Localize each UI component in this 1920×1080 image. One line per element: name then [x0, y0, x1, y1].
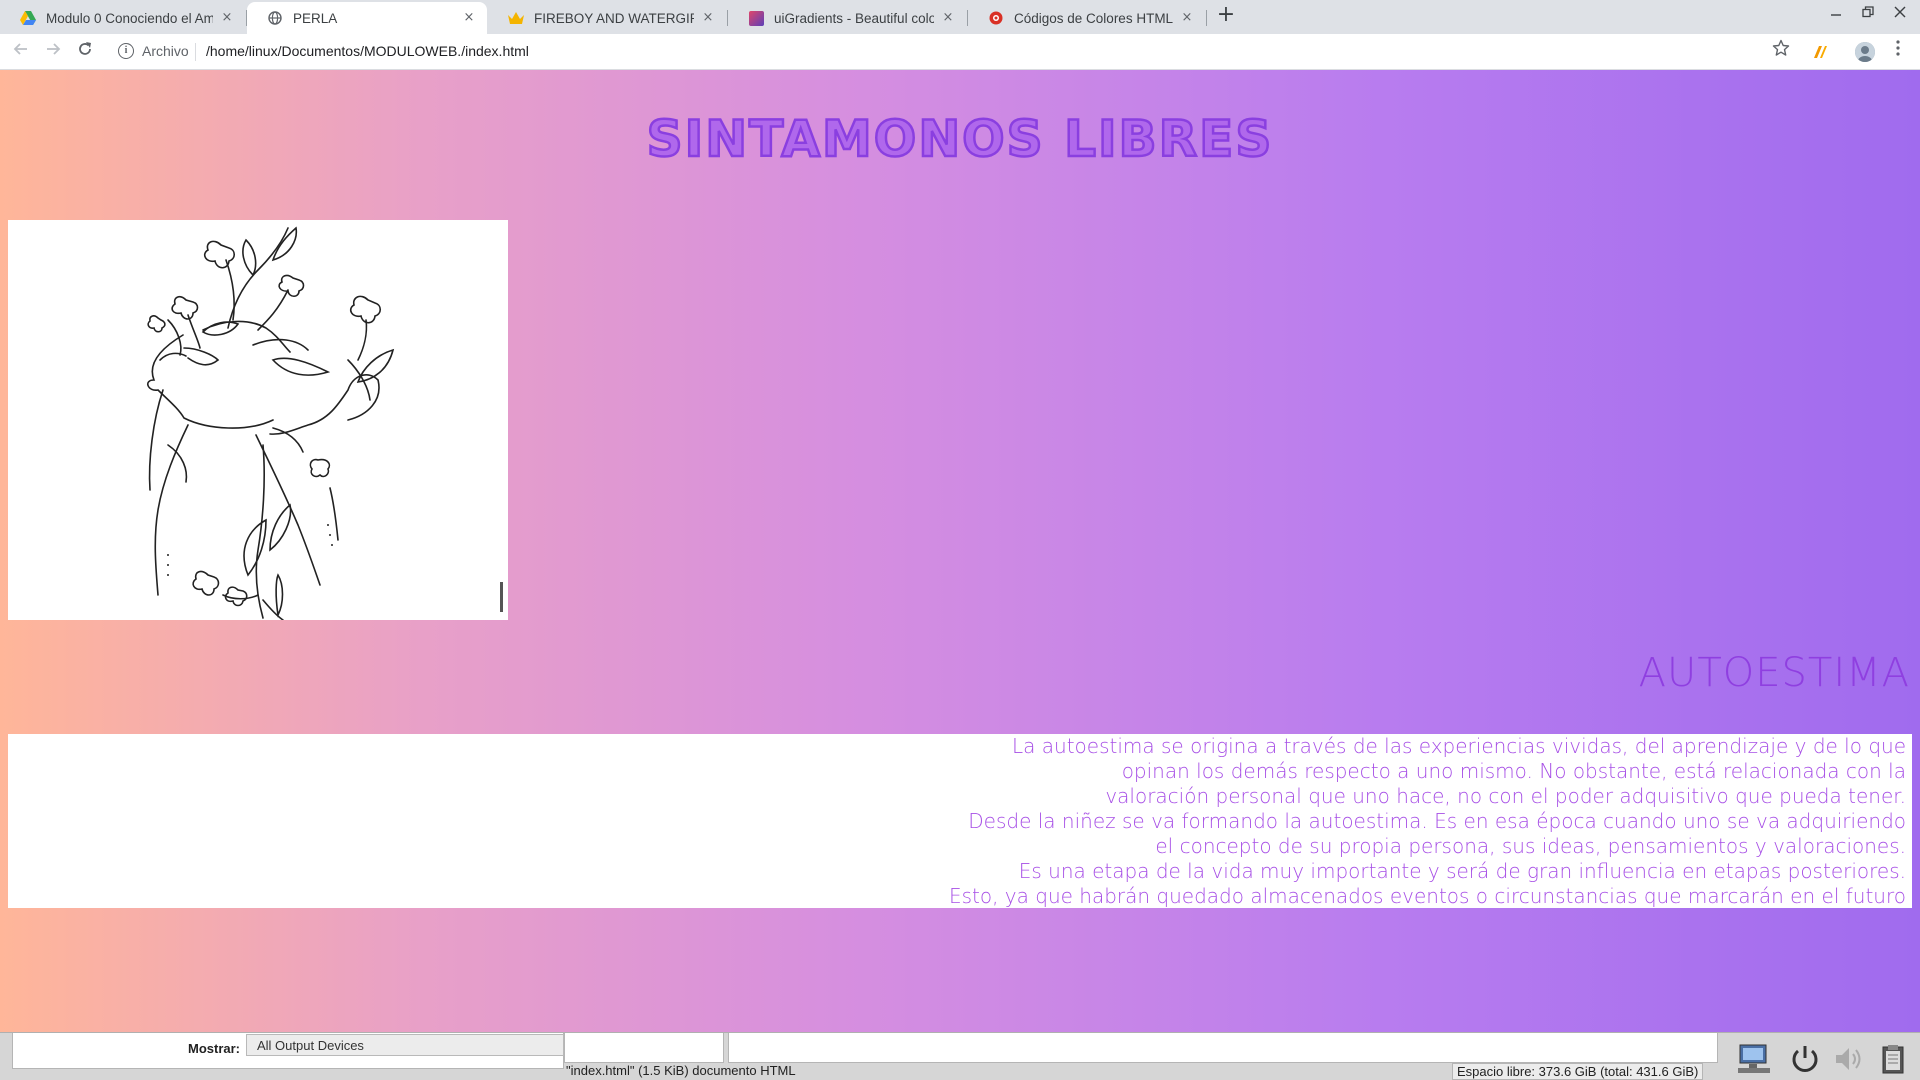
tab-title: Modulo 0 Conociendo el Ambi: [46, 10, 213, 26]
woman-flowers-drawing: [147, 226, 395, 620]
tab-colores[interactable]: Códigos de Colores HTML ×: [968, 2, 1205, 34]
close-icon[interactable]: ×: [1179, 10, 1195, 26]
tab-title: uiGradients - Beautiful colored: [774, 10, 934, 26]
line-art-image: [8, 220, 508, 620]
paragraph-line: Desde la niñez se va formando la autoest…: [968, 809, 1906, 833]
reload-button[interactable]: [73, 40, 97, 64]
paragraph-line: Es una etapa de la vida muy importante y…: [1018, 859, 1906, 883]
file-manager-panel-2: [728, 1033, 1718, 1063]
mostrar-label: Mostrar:: [188, 1041, 241, 1056]
restore-button[interactable]: [1856, 6, 1880, 26]
browser-toolbar: i Archivo /home/linux/Documentos/MODULOW…: [0, 34, 1920, 70]
close-window-button[interactable]: [1888, 6, 1912, 26]
tab-strip: Modulo 0 Conociendo el Ambi × PERLA × FI…: [0, 0, 1920, 34]
close-icon[interactable]: ×: [219, 10, 235, 26]
page-title: SINTAMONOS LIBRES: [645, 109, 1274, 170]
paragraph-line: valoración personal que uno hace, no con…: [1105, 784, 1906, 808]
tab-uigradients[interactable]: uiGradients - Beautiful colored ×: [728, 2, 966, 34]
tab-title: PERLA: [293, 10, 338, 26]
google-drive-icon: [20, 10, 36, 26]
tab-title: Códigos de Colores HTML: [1014, 10, 1173, 26]
omnibox-divider: [195, 43, 196, 61]
volume-icon[interactable]: [1832, 1043, 1866, 1075]
tab-modulo[interactable]: Modulo 0 Conociendo el Ambi ×: [0, 2, 245, 34]
minimize-button[interactable]: [1824, 6, 1848, 26]
paragraph-line: Esto, ya que habrán quedado almacenados …: [948, 884, 1906, 908]
extension-icon[interactable]: [1810, 42, 1830, 62]
paragraph-line: La autoestima se origina a través de las…: [1012, 734, 1906, 758]
output-devices-select[interactable]: All Output Devices: [246, 1034, 564, 1056]
crown-icon: [508, 10, 524, 26]
desktop-taskbar: Mostrar: All Output Devices "index.html"…: [0, 1032, 1920, 1080]
page-content: SINTAMONOS LIBRES AUTOESTIMA La autoesti…: [0, 70, 1920, 1032]
colors-site-icon: [988, 10, 1004, 26]
scheme-label: Archivo: [142, 43, 189, 59]
file-manager-panel: [564, 1033, 724, 1063]
menu-icon[interactable]: [1888, 40, 1908, 64]
power-icon[interactable]: [1788, 1043, 1822, 1075]
arrow-left-icon: [13, 43, 27, 55]
free-space-status: Espacio libre: 373.6 GiB (total: 431.6 G…: [1452, 1063, 1704, 1080]
tab-perla[interactable]: PERLA ×: [247, 2, 487, 34]
clipboard-icon[interactable]: [1876, 1043, 1910, 1075]
address-bar[interactable]: i Archivo /home/linux/Documentos/MODULOW…: [110, 39, 1790, 65]
file-status: "index.html" (1.5 KiB) documento HTML: [566, 1063, 796, 1078]
bookmark-star-icon[interactable]: [1772, 39, 1790, 62]
tab-separator: [1206, 10, 1207, 26]
close-icon[interactable]: ×: [940, 10, 956, 26]
info-icon[interactable]: i: [118, 43, 134, 59]
image-scroll-handle[interactable]: [500, 582, 503, 612]
globe-icon: [267, 10, 283, 26]
reload-icon: [79, 42, 91, 55]
back-button[interactable]: [9, 40, 33, 64]
url-text[interactable]: /home/linux/Documentos/MODULOWEB./index.…: [206, 43, 529, 59]
tab-title: FIREBOY AND WATERGIRL: [534, 10, 694, 26]
paragraph-line: opinan los demás respecto a uno mismo. N…: [1121, 759, 1906, 783]
avatar[interactable]: [1855, 42, 1875, 62]
arrow-right-icon: [47, 43, 61, 55]
close-icon[interactable]: ×: [461, 10, 477, 26]
monitor-icon[interactable]: [1736, 1043, 1770, 1075]
paragraph-line: el concepto de su propia persona, sus id…: [1155, 834, 1906, 858]
uigradients-icon: [748, 10, 764, 26]
new-tab-button[interactable]: +: [1214, 4, 1238, 28]
paragraph-box: La autoestima se origina a través de las…: [8, 734, 1912, 908]
section-heading: AUTOESTIMA: [1638, 650, 1910, 696]
tab-fireboy[interactable]: FIREBOY AND WATERGIRL ×: [488, 2, 726, 34]
close-icon[interactable]: ×: [700, 10, 716, 26]
forward-button[interactable]: [41, 40, 65, 64]
